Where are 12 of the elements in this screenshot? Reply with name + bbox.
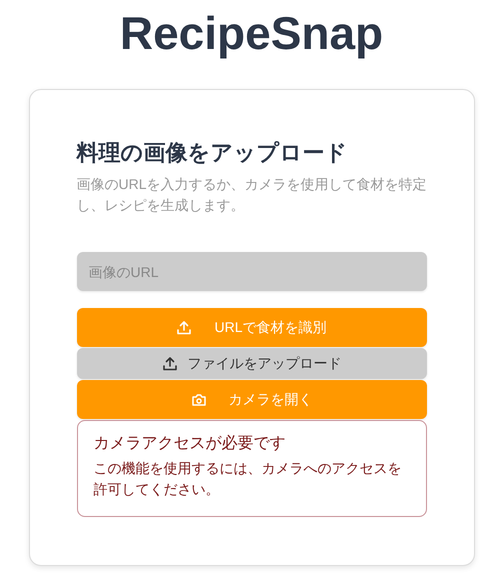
upload-file-button[interactable]: ファイルをアップロード <box>76 348 426 379</box>
identify-button[interactable]: URLで食材を識別 <box>76 308 426 347</box>
alert-message: この機能を使用するには、カメラへのアクセスを許可してください。 <box>94 459 402 499</box>
card-description: 画像のURLを入力するか、カメラを使用して食材を特定し、レシピを生成します。 <box>76 175 426 215</box>
camera-icon <box>190 392 206 408</box>
alert-title: カメラアクセスが必要です <box>94 434 286 454</box>
open-camera-button[interactable]: カメラを開く <box>76 380 426 419</box>
url-input-field[interactable]: 画像のURL <box>76 252 426 291</box>
card-heading: 料理の画像をアップロード <box>76 139 348 167</box>
upload-icon <box>176 320 192 336</box>
upload-icon <box>162 356 178 372</box>
app-title: RecipeSnap <box>120 6 384 61</box>
